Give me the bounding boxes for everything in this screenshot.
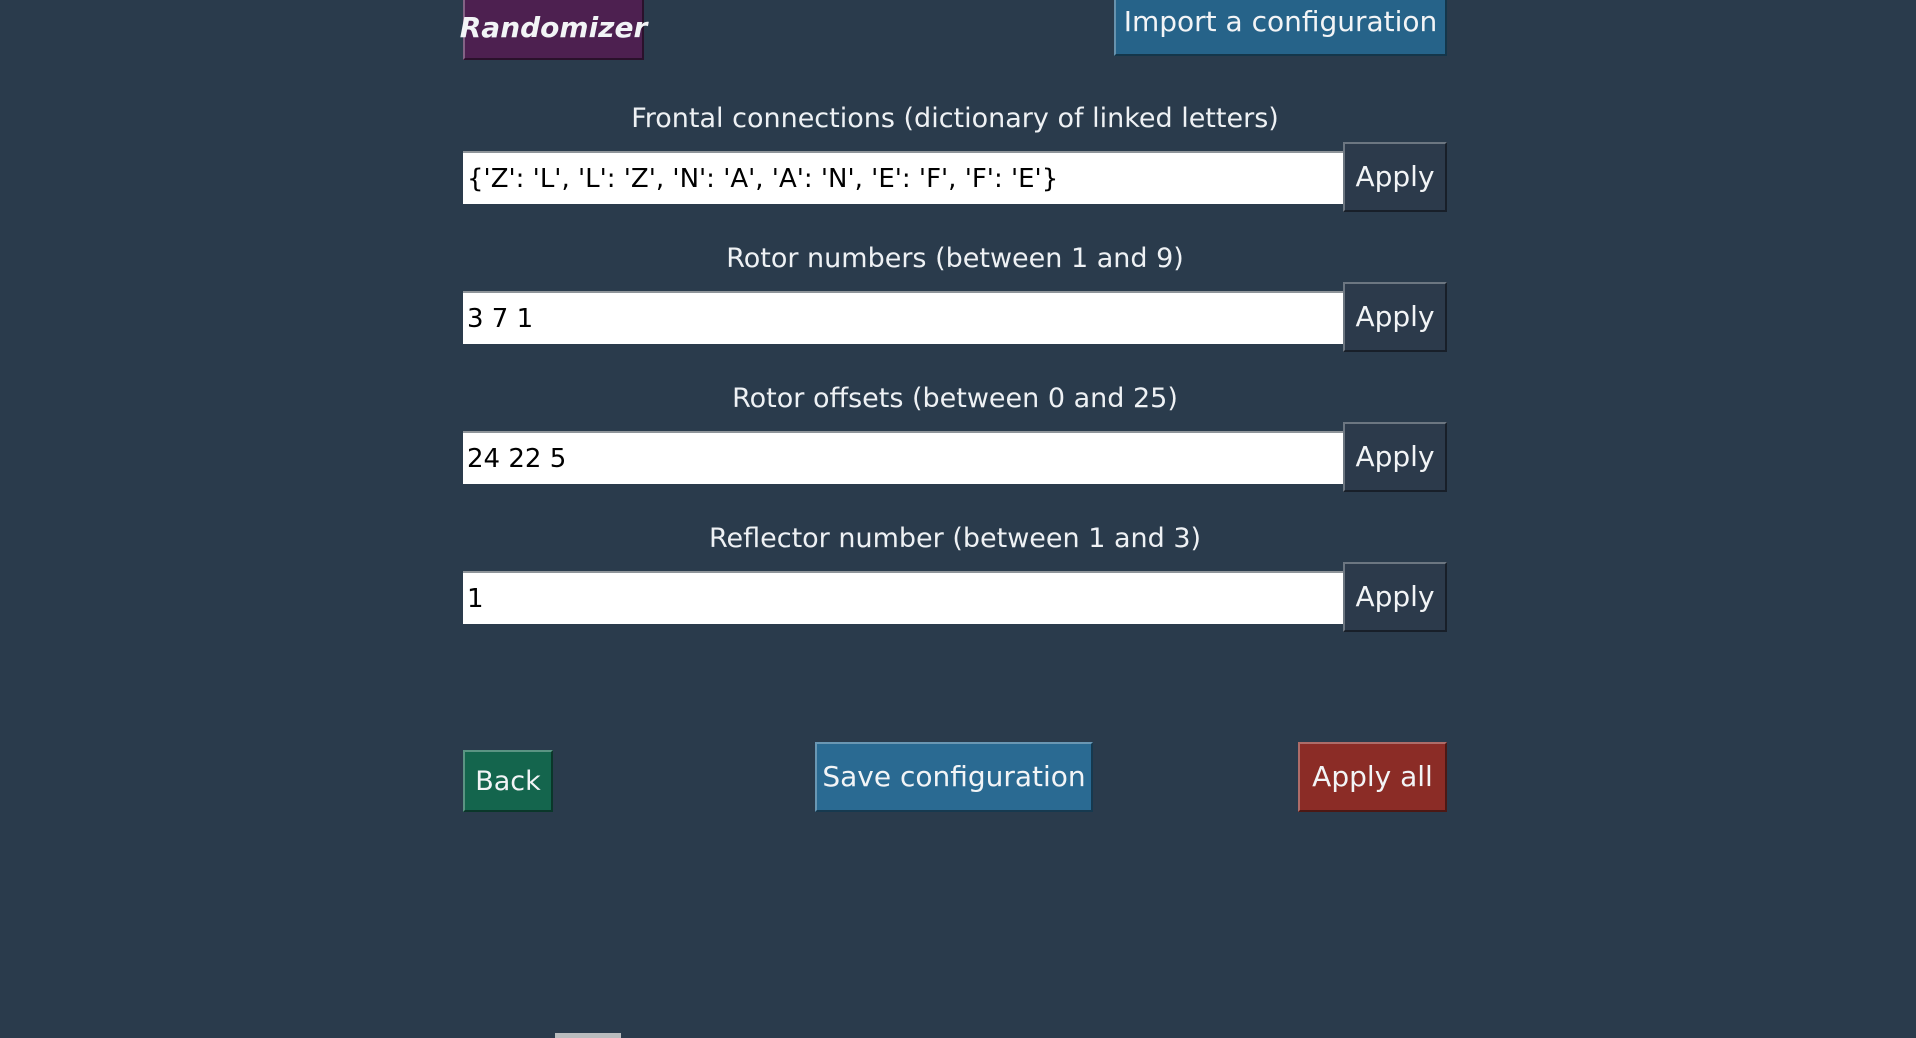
apply-reflector-number-button[interactable]: Apply (1343, 562, 1447, 632)
rotor-numbers-label: Rotor numbers (between 1 and 9) (726, 243, 1184, 274)
top-button-row: Randomizer Import a configuration (460, 0, 1447, 68)
apply-rotor-offsets-button[interactable]: Apply (1343, 422, 1447, 492)
field-group-rotor-offsets: Rotor offsets (between 0 and 25) Apply (463, 383, 1447, 492)
randomizer-button[interactable]: Randomizer (460, 0, 647, 60)
apply-rotor-numbers-button[interactable]: Apply (1343, 282, 1447, 352)
frontal-connections-input[interactable] (463, 151, 1343, 204)
rotor-offsets-row: Apply (463, 422, 1447, 492)
rotor-offsets-label: Rotor offsets (between 0 and 25) (732, 383, 1178, 414)
rotor-numbers-row: Apply (463, 282, 1447, 352)
rotor-numbers-input[interactable] (463, 291, 1343, 344)
field-group-frontal-connections: Frontal connections (dictionary of linke… (463, 103, 1447, 212)
field-group-rotor-numbers: Rotor numbers (between 1 and 9) Apply (463, 243, 1447, 352)
bottom-button-row: Back Save configuration Apply all (463, 742, 1447, 812)
import-configuration-button[interactable]: Import a configuration (1114, 0, 1447, 56)
back-button[interactable]: Back (463, 750, 553, 812)
horizontal-scrollbar[interactable] (0, 1033, 1916, 1038)
frontal-connections-label: Frontal connections (dictionary of linke… (631, 103, 1279, 134)
apply-frontal-connections-button[interactable]: Apply (1343, 142, 1447, 212)
horizontal-scrollbar-thumb[interactable] (555, 1033, 621, 1038)
reflector-number-row: Apply (463, 562, 1447, 632)
field-group-reflector-number: Reflector number (between 1 and 3) Apply (463, 523, 1447, 632)
save-configuration-button[interactable]: Save configuration (815, 742, 1093, 812)
rotor-offsets-input[interactable] (463, 431, 1343, 484)
apply-all-button[interactable]: Apply all (1298, 742, 1447, 812)
reflector-number-input[interactable] (463, 571, 1343, 624)
app-window: Randomizer Import a configuration Fronta… (0, 0, 1916, 1038)
frontal-connections-row: Apply (463, 142, 1447, 212)
reflector-number-label: Reflector number (between 1 and 3) (708, 523, 1202, 554)
configuration-panel: Randomizer Import a configuration Fronta… (460, 0, 1447, 812)
